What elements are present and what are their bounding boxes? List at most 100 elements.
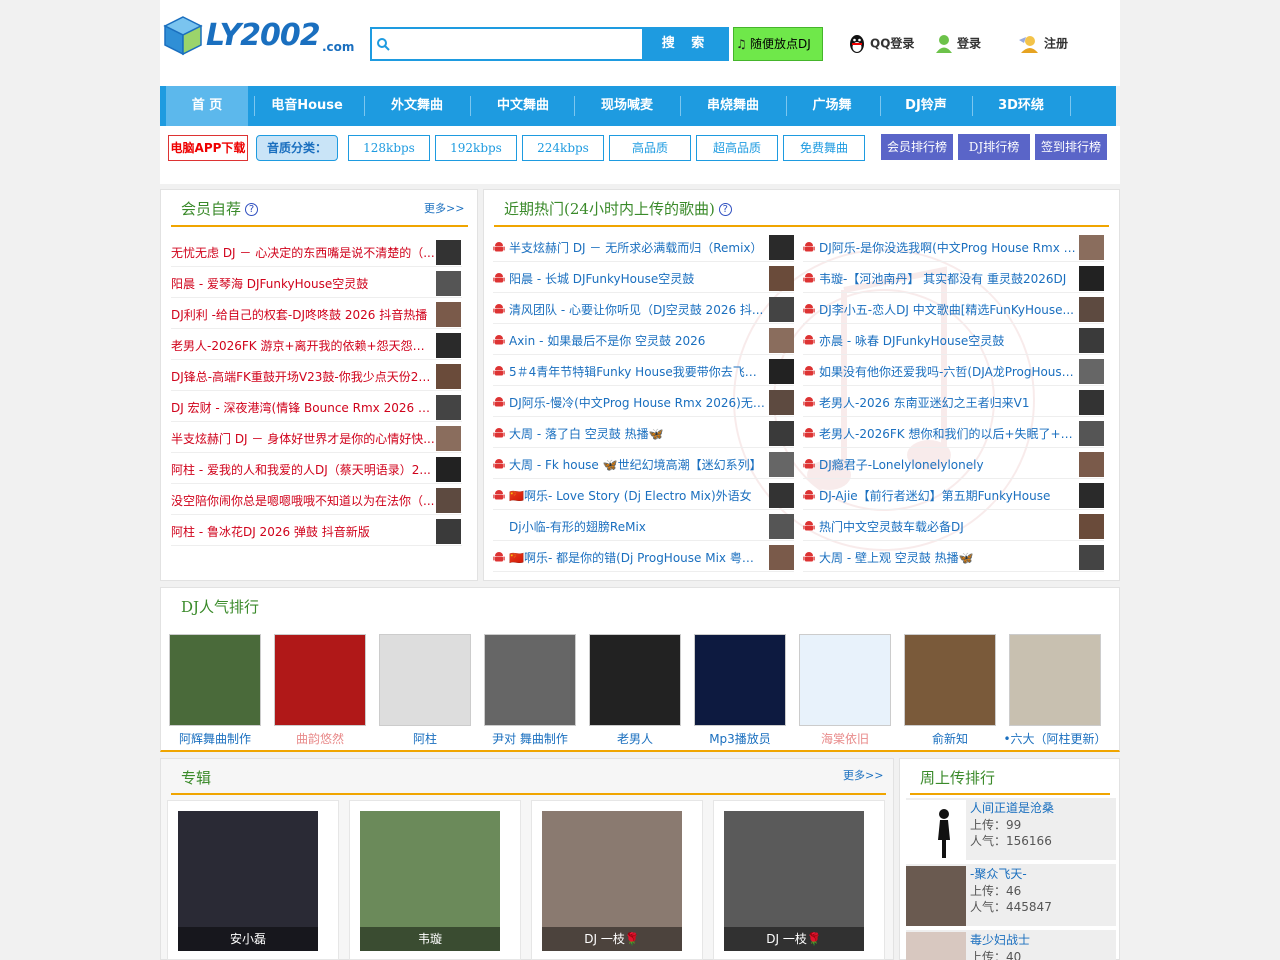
song-title[interactable]: 韦璇-【河池南丹】 其实都没有 重灵鼓2026DJ — [819, 270, 1077, 287]
song-thumbnail[interactable] — [1079, 390, 1104, 415]
song-thumbnail[interactable] — [1079, 328, 1104, 353]
song-title[interactable]: 老男人-2026FK 游京+离开我的依赖+怨天怨地 ... — [171, 337, 435, 354]
quality-high[interactable]: 高品质 — [609, 135, 691, 161]
song-thumbnail[interactable] — [436, 457, 461, 482]
song-title[interactable]: 清风团队 - 心要让你听见（DJ空灵鼓 2026 抖... — [509, 301, 765, 318]
song-title[interactable]: 阳晨 - 长城 DJFunkyHouse空灵鼓 — [509, 270, 765, 287]
song-title[interactable]: DJ阿乐-慢冷(中文Prog House Rmx 2026)无心... — [509, 394, 765, 411]
dj-name[interactable]: 老男人 — [583, 730, 687, 747]
hot-song-row[interactable]: DJ李小五-恋人DJ 中文歌曲[精选FunKyHouse... — [803, 293, 1104, 324]
nav-item-live-mc[interactable]: 现场喊麦 — [582, 86, 672, 126]
song-thumbnail[interactable] — [1079, 235, 1104, 260]
hot-song-row[interactable]: 韦璇-【河池南丹】 其实都没有 重灵鼓2026DJ — [803, 262, 1104, 293]
member-song-row[interactable]: DJ 宏财 - 深夜港湾(情锋 Bounce Rmx 2026 粤语) — [171, 391, 462, 422]
song-thumbnail[interactable] — [1079, 297, 1104, 322]
song-thumbnail[interactable] — [769, 390, 794, 415]
album-card[interactable]: 安小磊 — [167, 800, 339, 960]
member-song-row[interactable]: 无忧无虑 DJ － 心决定的东西嘴是说不清楚的（... — [171, 236, 462, 267]
member-song-row[interactable]: 阿柱 - 鲁冰花DJ 2026 弹鼓 抖音新版 — [171, 515, 462, 546]
dj-avatar[interactable] — [169, 634, 261, 726]
dj-avatar[interactable] — [1009, 634, 1101, 726]
song-thumbnail[interactable] — [769, 545, 794, 570]
member-song-row[interactable]: 半支炫赫门 DJ － 身体好世界才是你的心情好快... — [171, 422, 462, 453]
hot-song-row[interactable]: 🇨🇳啊乐- Love Story (Dj Electro Mix)外语女 — [493, 479, 794, 510]
song-title[interactable]: 阿柱 - 爱我的人和我爱的人DJ（蔡天明语录）2... — [171, 461, 435, 478]
member-song-row[interactable]: 老男人-2026FK 游京+离开我的依赖+怨天怨地 ... — [171, 329, 462, 360]
song-thumbnail[interactable] — [1079, 421, 1104, 446]
song-title[interactable]: Dj小临-有形的翅膀ReMix — [509, 518, 765, 535]
uploader-avatar[interactable] — [906, 800, 966, 860]
song-title[interactable]: 没空陪你闹你总是嗯嗯哦哦不知道以为在法你（... — [171, 492, 435, 509]
song-title[interactable]: DJ瘾君子-Lonelylonelylonely — [819, 456, 1077, 473]
login-link[interactable]: 登录 — [935, 34, 981, 54]
member-rank-button[interactable]: 会员排行榜 — [881, 134, 953, 160]
hot-song-row[interactable]: 老男人-2026FK 想你和我们的以后+失眠了+寂... — [803, 417, 1104, 448]
song-title[interactable]: Axin - 如果最后不是你 空灵鼓 2026 — [509, 332, 765, 349]
album-card[interactable]: DJ 一枝🌹 — [531, 800, 703, 960]
song-thumbnail[interactable] — [436, 302, 461, 327]
song-thumbnail[interactable] — [769, 328, 794, 353]
song-thumbnail[interactable] — [1079, 359, 1104, 384]
song-title[interactable]: 热门中文空灵鼓车载必备DJ — [819, 518, 1077, 535]
dj-avatar[interactable] — [274, 634, 366, 726]
member-song-row[interactable]: 没空陪你闹你总是嗯嗯哦哦不知道以为在法你（... — [171, 484, 462, 515]
dj-name[interactable]: 尹对 舞曲制作 — [478, 730, 582, 747]
nav-item-medley[interactable]: 串烧舞曲 — [688, 86, 778, 126]
nav-item-ringtone[interactable]: DJ铃声 — [886, 86, 966, 126]
uploader-name[interactable]: 人间正道是沧桑 — [970, 799, 1054, 816]
song-title[interactable]: 大周 - 落了白 空灵鼓 热播🦋 — [509, 425, 765, 442]
song-title[interactable]: 阳晨 - 爱琴海 DJFunkyHouse空灵鼓 — [171, 275, 435, 292]
hot-song-row[interactable]: 亦晨 - 咏春 DJFunkyHouse空灵鼓 — [803, 324, 1104, 355]
weekly-upload-row[interactable]: -聚众飞天- 上传：46 人气：445847 — [906, 864, 1116, 926]
song-thumbnail[interactable] — [769, 235, 794, 260]
song-title[interactable]: DJ阿乐-是你没选我啊(中文Prog House Rmx 2... — [819, 239, 1077, 256]
hot-song-row[interactable]: 老男人-2026 东南亚迷幻之王者归来V1 — [803, 386, 1104, 417]
help-icon[interactable]: ? — [245, 203, 259, 216]
hot-song-row[interactable]: 半支炫赫门 DJ － 无所求必满载而归（Remix） — [493, 231, 794, 262]
song-title[interactable]: 🇨🇳啊乐- 都是你的错(Dj ProgHouse Mix 粤语合... — [509, 549, 765, 566]
hot-song-row[interactable]: 🇨🇳啊乐- 都是你的错(Dj ProgHouse Mix 粤语合... — [493, 541, 794, 572]
song-title[interactable]: 阿柱 - 鲁冰花DJ 2026 弹鼓 抖音新版 — [171, 523, 435, 540]
quality-192kbps[interactable]: 192kbps — [435, 135, 517, 161]
dj-name[interactable]: Mp3播放员 — [688, 730, 792, 747]
dj-avatar[interactable] — [799, 634, 891, 726]
dj-name[interactable]: 海棠依旧 — [793, 730, 897, 747]
hot-song-row[interactable]: 清风团队 - 心要让你听见（DJ空灵鼓 2026 抖... — [493, 293, 794, 324]
random-dj-button[interactable]: ♫ 随便放点DJ — [733, 27, 823, 61]
dj-rank-button[interactable]: DJ排行榜 — [958, 134, 1030, 160]
site-logo[interactable]: LY2002 .com — [160, 12, 360, 60]
dj-avatar[interactable] — [904, 634, 996, 726]
song-thumbnail[interactable] — [436, 519, 461, 544]
hot-song-row[interactable]: Axin - 如果最后不是你 空灵鼓 2026 — [493, 324, 794, 355]
albums-more-link[interactable]: 更多>> — [843, 767, 883, 783]
song-title[interactable]: 如果没有他你还爱我吗-六哲(DJA龙ProgHouse... — [819, 363, 1077, 380]
song-title[interactable]: 老男人-2026FK 想你和我们的以后+失眠了+寂... — [819, 425, 1077, 442]
register-link[interactable]: 注册 — [1018, 34, 1068, 54]
song-title[interactable]: 无忧无虑 DJ － 心决定的东西嘴是说不清楚的（... — [171, 244, 435, 261]
song-title[interactable]: 亦晨 - 咏春 DJFunkyHouse空灵鼓 — [819, 332, 1077, 349]
album-card[interactable]: DJ 一枝🌹 — [713, 800, 885, 960]
member-song-row[interactable]: DJ利利 -给自己的权套-DJ咚咚鼓 2026 抖音热播 — [171, 298, 462, 329]
uploader-name[interactable]: 毒少妇战士 — [970, 931, 1030, 948]
song-title[interactable]: 🇨🇳啊乐- Love Story (Dj Electro Mix)外语女 — [509, 487, 765, 504]
hot-song-row[interactable]: DJ-Ajie【前行者迷幻】第五期FunkyHouse — [803, 479, 1104, 510]
uploader-avatar[interactable] — [906, 866, 966, 926]
song-thumbnail[interactable] — [769, 452, 794, 477]
song-thumbnail[interactable] — [1079, 545, 1104, 570]
song-thumbnail[interactable] — [1079, 452, 1104, 477]
hot-song-row[interactable]: DJ阿乐-慢冷(中文Prog House Rmx 2026)无心... — [493, 386, 794, 417]
weekly-upload-row[interactable]: 毒少妇战士 上传：40 — [906, 930, 1116, 960]
song-thumbnail[interactable] — [436, 364, 461, 389]
song-thumbnail[interactable] — [769, 297, 794, 322]
hot-song-row[interactable]: Dj小临-有形的翅膀ReMix — [493, 510, 794, 541]
song-thumbnail[interactable] — [436, 333, 461, 358]
song-thumbnail[interactable] — [436, 488, 461, 513]
song-thumbnail[interactable] — [436, 395, 461, 420]
uploader-name[interactable]: -聚众飞天- — [970, 865, 1027, 882]
album-card[interactable]: 韦璇 — [349, 800, 521, 960]
hot-song-row[interactable]: 大周 - Fk house 🦋世纪幻境高潮【迷幻系列】 — [493, 448, 794, 479]
member-song-row[interactable]: DJ锋总-高端FK重鼓开场V23鼓-你我少点天份2k... — [171, 360, 462, 391]
dj-name[interactable]: 阿辉舞曲制作 — [163, 730, 267, 747]
dj-avatar[interactable] — [484, 634, 576, 726]
song-title[interactable]: 5＃4青年节特辑Funky House我要带你去飞翔-... — [509, 363, 765, 380]
